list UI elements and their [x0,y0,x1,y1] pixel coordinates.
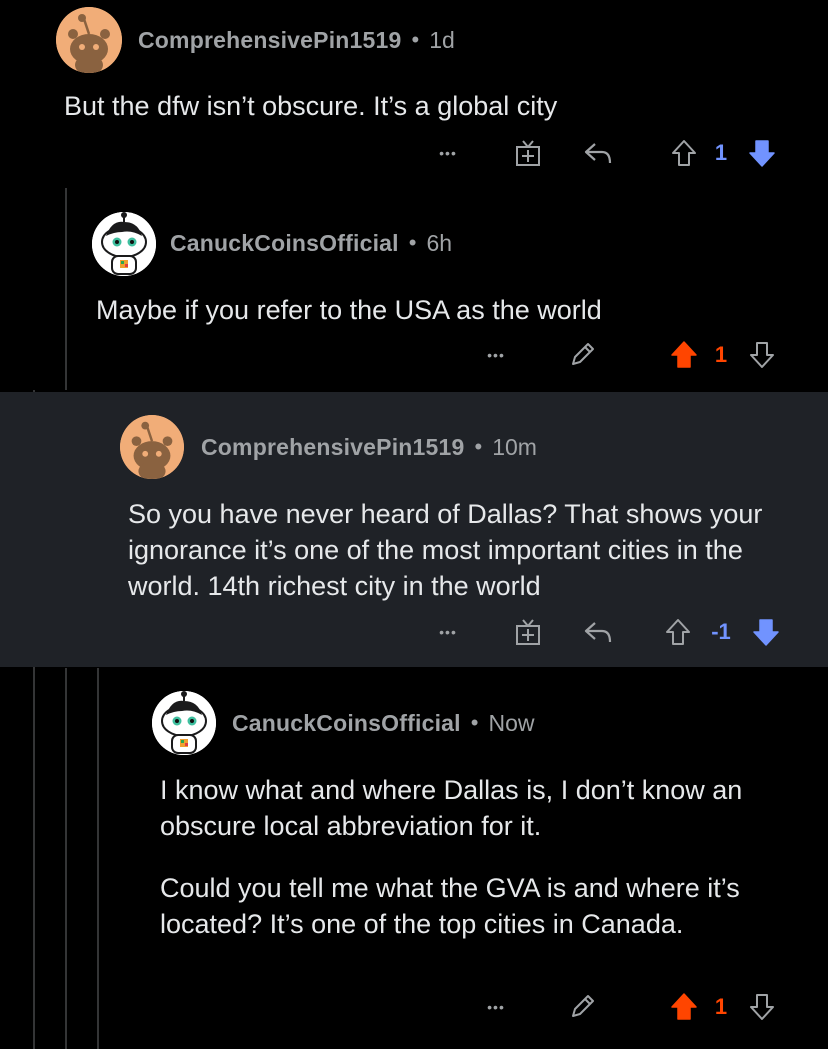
avatar[interactable] [92,212,156,276]
downvote-button[interactable] [744,987,780,1027]
comment: CanuckCoinsOfficial • Now I know what an… [0,667,828,1049]
vote-score: -1 [711,619,731,644]
reply-button[interactable] [578,133,618,173]
comment-paragraph: Maybe if you refer to the USA as the wor… [96,295,602,325]
vote-score: 1 [714,994,728,1019]
downvote-arrow-filled-icon [749,140,775,167]
reply-button[interactable] [578,612,618,652]
upvote-arrow-outline-icon [666,619,690,645]
vote-score: 1 [714,140,728,165]
comment-author[interactable]: ComprehensivePin1519 [201,434,465,461]
comment-body: But the dfw isn’t obscure. It’s a global… [64,88,804,124]
meta-separator: • [470,710,479,735]
upvote-button[interactable] [660,612,696,652]
gift-icon [516,619,540,645]
downvote-arrow-filled-icon [753,619,779,646]
reply-arrow-icon [584,143,612,164]
reply-arrow-icon [584,622,612,643]
downvote-button[interactable] [744,133,780,173]
gift-icon [516,140,540,166]
upvote-button[interactable] [666,335,702,375]
comment-body: Maybe if you refer to the USA as the wor… [96,292,806,328]
more-options-button[interactable]: ••• [476,987,516,1027]
pencil-icon [572,995,594,1017]
comment-actions: ••• 1 [0,335,828,375]
comment-paragraph: So you have never heard of Dallas? That … [128,499,763,601]
comment-body: So you have never heard of Dallas? That … [128,496,788,604]
upvote-button[interactable] [666,133,702,173]
edit-button[interactable] [562,335,602,375]
more-options-button[interactable]: ••• [428,133,468,173]
upvote-arrow-outline-icon [672,140,696,166]
more-icon: ••• [439,624,457,640]
downvote-button[interactable] [744,335,780,375]
avatar[interactable] [56,7,122,73]
more-icon: ••• [487,999,505,1015]
comment-actions: ••• 1 [0,987,828,1027]
comment-age: 1d [429,26,455,53]
comment-age: 10m [492,433,537,460]
comment: CanuckCoinsOfficial • 6h Maybe if you re… [0,190,828,390]
award-button[interactable] [508,612,548,652]
snoo-avatar-icon [92,212,156,276]
meta-separator: • [408,230,417,255]
more-options-button[interactable]: ••• [476,335,516,375]
snoo-avatar-icon [120,415,184,479]
comment-paragraph: I know what and where Dallas is, I don’t… [160,775,743,841]
award-button[interactable] [508,133,548,173]
meta-separator: • [411,27,420,52]
more-options-button[interactable]: ••• [428,612,468,652]
comment-author[interactable]: CanuckCoinsOfficial [170,230,399,257]
upvote-arrow-filled-icon [671,341,697,368]
comment-highlighted: ComprehensivePin1519 • 10m So you have n… [0,392,828,667]
comment-body: I know what and where Dallas is, I don’t… [160,772,800,942]
comment: ComprehensivePin1519 • 1d But the dfw is… [0,0,828,190]
downvote-button[interactable] [748,612,784,652]
comment-actions: ••• 1 [0,133,828,173]
more-icon: ••• [487,347,505,363]
comment-paragraph: Could you tell me what the GVA is and wh… [160,873,740,939]
downvote-arrow-outline-icon [750,994,774,1020]
comment-age: 6h [426,229,453,256]
downvote-arrow-outline-icon [750,342,774,368]
comment-age: Now [488,709,535,736]
comment-author[interactable]: ComprehensivePin1519 [138,27,402,54]
avatar[interactable] [120,415,184,479]
snoo-avatar-icon [56,7,122,73]
comment-actions: ••• -1 [0,612,828,652]
meta-separator: • [474,434,483,459]
pencil-icon [572,343,594,365]
upvote-button[interactable] [666,987,702,1027]
comment-paragraph: But the dfw isn’t obscure. It’s a global… [64,91,558,121]
upvote-arrow-filled-icon [671,993,697,1020]
edit-button[interactable] [562,987,602,1027]
snoo-avatar-icon [152,691,216,755]
comment-author[interactable]: CanuckCoinsOfficial [232,710,461,737]
avatar[interactable] [152,691,216,755]
more-icon: ••• [439,145,457,161]
vote-score: 1 [714,342,728,367]
